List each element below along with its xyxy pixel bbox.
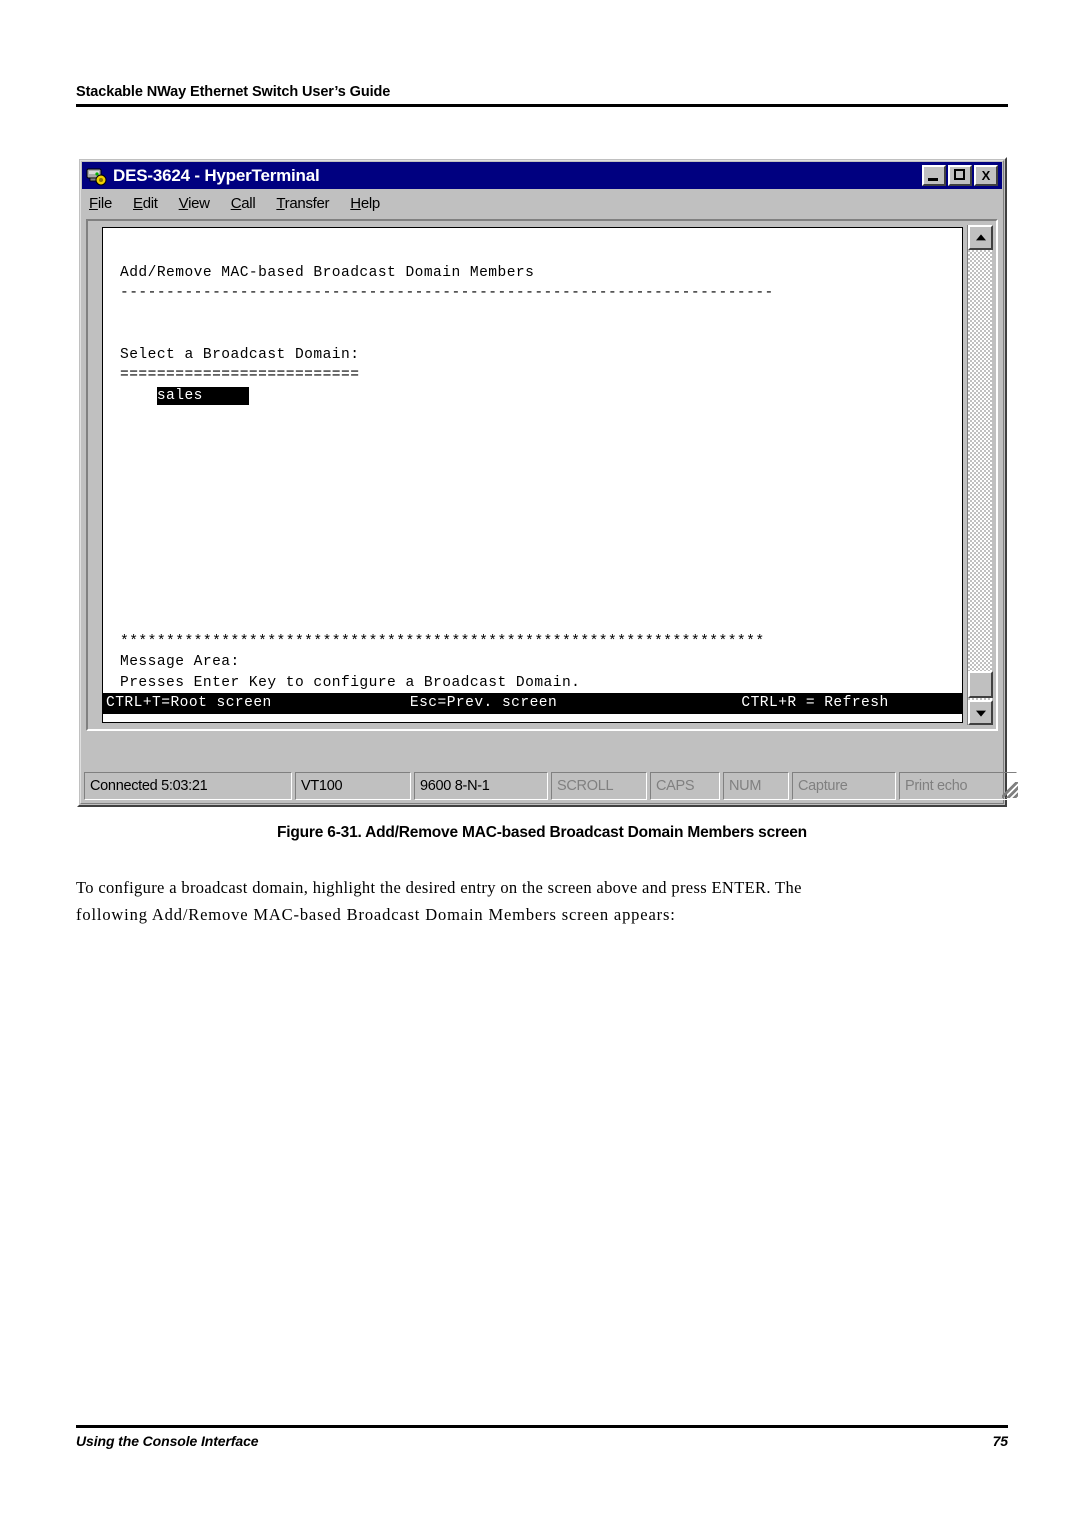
page-footer-divider [76, 1425, 1008, 1428]
menu-label-transfer: ransfer [284, 194, 330, 212]
terminal-vertical-scrollbar[interactable] [967, 225, 993, 725]
status-print-echo: Print echo [899, 772, 1017, 800]
scrollbar-track[interactable] [968, 250, 992, 700]
terminal-dashed-rule: ----------------------------------------… [120, 285, 774, 301]
status-emulation: VT100 [295, 772, 411, 800]
close-button[interactable]: X [974, 165, 998, 186]
terminal-message-area-label: Message Area: [120, 654, 240, 670]
page-header: Stackable NWay Ethernet Switch User’s Gu… [76, 84, 1008, 107]
terminal-screen-title: Add/Remove MAC-based Broadcast Domain Me… [120, 264, 535, 281]
menu-item-call[interactable]: Call [231, 195, 256, 212]
menu-label-edit: dit [142, 194, 158, 212]
terminal-screen[interactable]: Add/Remove MAC-based Broadcast Domain Me… [102, 227, 963, 723]
status-line-settings: 9600 8-N-1 [414, 772, 548, 800]
shortcut-prev-screen: Esc=Prev. screen [409, 695, 558, 711]
menu-item-edit[interactable]: Edit [133, 195, 158, 212]
status-num: NUM [723, 772, 789, 800]
footer-page-number: 75 [992, 1433, 1008, 1449]
page-header-divider [76, 104, 1008, 107]
menu-label-help: elp [360, 194, 380, 212]
body-paragraph: To configure a broadcast domain, highlig… [76, 874, 996, 928]
close-icon: X [981, 168, 991, 183]
window-controls: X [922, 165, 1000, 186]
menu-label-view: iew [188, 194, 210, 212]
menu-label-file: ile [97, 194, 112, 212]
page-footer-row: Using the Console Interface 75 [76, 1433, 1008, 1449]
terminal-message-text: Presses Enter Key to configure a Broadca… [120, 674, 581, 691]
status-scroll: SCROLL [551, 772, 647, 800]
modem-icon [86, 166, 108, 186]
window-statusbar: Connected 5:03:21 VT100 9600 8-N-1 SCROL… [84, 772, 1018, 800]
body-paragraph-line-2: following Add/Remove MAC-based Broadcast… [76, 905, 676, 924]
terminal-shortcut-bar: CTRL+T=Root screen Esc=Prev. screen CTRL… [103, 693, 962, 714]
page-footer: Using the Console Interface 75 [76, 1425, 1008, 1449]
menu-accel-file: F [89, 194, 98, 212]
shortcut-refresh: CTRL+R = Refresh [741, 695, 889, 711]
menu-item-file[interactable]: File [89, 195, 112, 212]
menubar: File Edit View Call Transfer Help [82, 191, 1002, 215]
shortcut-gap-1 [272, 695, 410, 711]
terminal-prompt-label: Select a Broadcast Domain: [120, 346, 360, 363]
figure-caption: Figure 6-31. Add/Remove MAC-based Broadc… [277, 824, 807, 841]
chevron-down-icon [975, 710, 986, 717]
window-titlebar[interactable]: DES-3624 - HyperTerminal X [82, 162, 1002, 189]
footer-section-label: Using the Console Interface [76, 1433, 259, 1449]
menu-accel-call: C [230, 194, 242, 212]
shortcut-root-screen: CTRL+T=Root screen [106, 695, 272, 711]
terminal-client-area: Add/Remove MAC-based Broadcast Domain Me… [86, 219, 998, 731]
scrollbar-thumb[interactable] [968, 671, 993, 698]
chevron-up-icon [975, 233, 986, 240]
shortcut-gap-2 [557, 695, 741, 711]
selected-domain-pad [203, 388, 249, 404]
status-caps: CAPS [650, 772, 720, 800]
maximize-button[interactable] [948, 165, 972, 186]
minimize-button[interactable] [922, 165, 946, 186]
terminal-prompt-underline: ========================== [120, 367, 360, 383]
menu-accel-help: H [350, 194, 361, 212]
status-capture: Capture [792, 772, 896, 800]
selected-domain-field[interactable]: sales [156, 386, 249, 405]
row-indent [120, 388, 157, 404]
scroll-down-button[interactable] [968, 700, 993, 725]
body-paragraph-line-1: To configure a broadcast domain, highlig… [76, 878, 802, 897]
terminal-asterisk-rule: ****************************************… [120, 633, 765, 650]
menu-accel-view: V [178, 194, 189, 212]
scroll-up-button[interactable] [968, 225, 993, 250]
menu-accel-edit: E [132, 194, 143, 212]
page-header-title: Stackable NWay Ethernet Switch User’s Gu… [76, 84, 391, 100]
window-title: DES-3624 - HyperTerminal [113, 165, 320, 185]
menu-label-call: all [241, 194, 256, 212]
menu-item-view[interactable]: View [179, 195, 210, 212]
broadcast-domain-row[interactable]: sales [103, 386, 962, 407]
status-connected: Connected 5:03:21 [84, 772, 292, 800]
menu-accel-transfer: T [276, 194, 285, 212]
hyperterminal-window: DES-3624 - HyperTerminal X File Edit Vie… [77, 157, 1018, 807]
menu-item-transfer[interactable]: Transfer [276, 195, 329, 212]
selected-domain-value: sales [156, 387, 203, 404]
menu-item-help[interactable]: Help [350, 195, 380, 212]
